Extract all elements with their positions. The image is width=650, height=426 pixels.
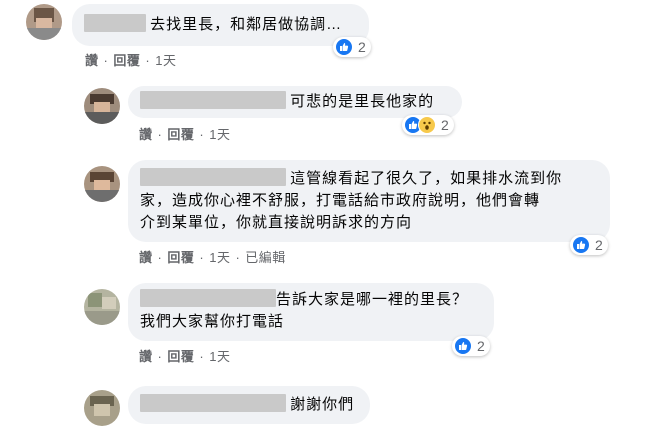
reaction-summary[interactable]: 2 <box>570 235 608 255</box>
timestamp[interactable]: 1天 <box>209 127 230 142</box>
timestamp[interactable]: 1天 <box>209 349 230 364</box>
comment-text-line: 告訴大家是哪一裡的里長？ <box>276 291 469 308</box>
redacted-username[interactable] <box>140 289 276 307</box>
avatar[interactable] <box>84 88 120 124</box>
like-reaction-icon <box>572 236 590 254</box>
reaction-count: 2 <box>358 39 366 55</box>
like-link[interactable]: 讚 <box>139 127 153 142</box>
reply-link[interactable]: 回覆 <box>167 127 194 142</box>
reply-link[interactable]: 回覆 <box>113 53 140 68</box>
like-reaction-icon <box>454 337 472 355</box>
comment-text: 謝謝你們 <box>290 396 355 413</box>
avatar[interactable] <box>84 390 120 426</box>
reaction-summary[interactable]: 2 <box>402 115 454 135</box>
comment-bubble: 去找里長，和鄰居做協調… <box>72 4 369 46</box>
comment-text: 可悲的是里長他家的 <box>290 93 435 110</box>
comment-actions: 讚 · 回覆 · 1天 <box>139 349 231 364</box>
reply-link[interactable]: 回覆 <box>167 250 194 265</box>
edited-label[interactable]: 已編輯 <box>245 250 286 265</box>
reaction-count: 2 <box>477 338 485 354</box>
reaction-count: 2 <box>595 237 603 253</box>
like-link[interactable]: 讚 <box>139 250 153 265</box>
avatar[interactable] <box>84 289 120 325</box>
avatar[interactable] <box>26 4 62 40</box>
comment-actions: 讚 · 回覆 · 1天 <box>85 53 177 68</box>
comment-text-line: 我們大家幫你打電話 <box>140 313 285 330</box>
redacted-username[interactable] <box>140 168 286 186</box>
timestamp[interactable]: 1天 <box>155 53 176 68</box>
comment-bubble: 告訴大家是哪一裡的里長？ 我們大家幫你打電話 <box>128 283 494 341</box>
comment-actions: 讚 · 回覆 · 1天 <box>139 127 231 142</box>
like-link[interactable]: 讚 <box>85 53 99 68</box>
like-reaction-icon <box>335 38 353 56</box>
reaction-summary[interactable]: 2 <box>333 37 371 57</box>
reply-link[interactable]: 回覆 <box>167 349 194 364</box>
redacted-username[interactable] <box>84 14 146 32</box>
redacted-username[interactable] <box>140 394 286 412</box>
comment-bubble: 可悲的是里長他家的 <box>128 86 462 118</box>
comment-bubble: 這管線看起了很久了，如果排水流到你 家，造成你心裡不舒服，打電話給市政府說明，他… <box>128 160 610 242</box>
timestamp[interactable]: 1天 <box>209 250 230 265</box>
comment-text-line: 介到某單位，你就直接說明訴求的方向 <box>140 214 413 231</box>
comment-text-line: 這管線看起了很久了，如果排水流到你 <box>290 170 563 187</box>
comment-actions: 讚 · 回覆 · 1天 · 已編輯 <box>139 250 286 265</box>
reaction-summary[interactable]: 2 <box>452 336 490 356</box>
wow-reaction-icon <box>418 116 436 134</box>
comment-text-line: 家，造成你心裡不舒服，打電話給市政府說明，他們會轉 <box>140 192 541 209</box>
comment-bubble: 謝謝你們 <box>128 386 370 424</box>
like-link[interactable]: 讚 <box>139 349 153 364</box>
avatar[interactable] <box>84 166 120 202</box>
comment-text: 去找里長，和鄰居做協調… <box>150 16 343 33</box>
reaction-count: 2 <box>441 117 449 133</box>
redacted-username[interactable] <box>140 91 286 109</box>
